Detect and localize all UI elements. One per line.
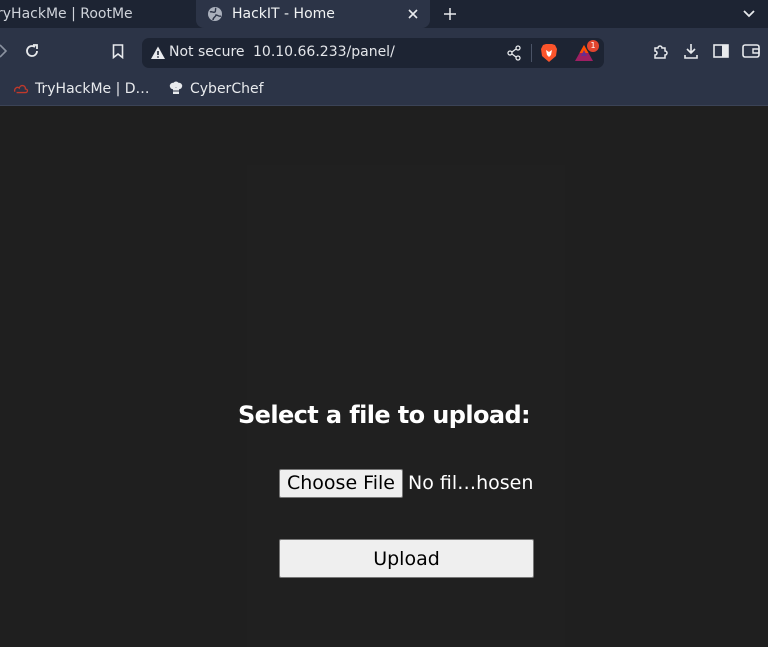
choose-file-button[interactable]: Choose File [279, 468, 403, 498]
divider [531, 44, 532, 62]
new-tab-icon[interactable] [441, 5, 459, 23]
brave-shields-icon[interactable] [540, 43, 558, 63]
file-status-text: No fil…hosen [407, 472, 534, 494]
bookmark-tryhackme[interactable]: TryHackMe | D… [13, 79, 150, 99]
globe-icon [207, 6, 223, 22]
tab-title: ryHackMe | RootMe [0, 6, 133, 22]
bookmarks-bar: TryHackMe | D… CyberChef [0, 72, 768, 106]
tab-title: HackIT - Home [232, 6, 335, 22]
chevron-down-icon[interactable] [740, 5, 758, 23]
address-bar[interactable]: Not secure 10.10.66.233/panel/ 1 [142, 38, 604, 68]
tab-hackit-home[interactable]: HackIT - Home [196, 0, 430, 28]
download-icon[interactable] [682, 42, 700, 60]
tab-strip: ryHackMe | RootMe HackIT - Home [0, 0, 768, 28]
bookmark-icon[interactable] [109, 42, 127, 60]
tryhackme-icon [13, 81, 29, 97]
upload-button[interactable]: Upload [279, 539, 534, 578]
share-icon[interactable] [506, 45, 522, 61]
rewards-badge: 1 [587, 40, 599, 52]
bookmark-label: CyberChef [190, 81, 264, 97]
bookmark-label: TryHackMe | D… [35, 81, 150, 97]
forward-icon[interactable] [0, 42, 12, 60]
url-text[interactable]: 10.10.66.233/panel/ [253, 44, 395, 60]
sidebar-icon[interactable] [712, 42, 730, 60]
page-heading: Select a file to upload: [237, 401, 531, 429]
reload-icon[interactable] [23, 42, 41, 60]
tab-rootme[interactable]: ryHackMe | RootMe [0, 0, 190, 28]
bookmark-cyberchef[interactable]: CyberChef [168, 79, 264, 99]
file-input[interactable]: Choose File No fil…hosen [279, 468, 533, 498]
extensions-icon[interactable] [651, 42, 669, 60]
security-label[interactable]: Not secure [169, 44, 245, 60]
wallet-icon[interactable] [742, 42, 760, 60]
cyberchef-icon [168, 81, 184, 97]
close-icon[interactable] [405, 6, 421, 22]
warning-icon[interactable] [150, 45, 166, 61]
